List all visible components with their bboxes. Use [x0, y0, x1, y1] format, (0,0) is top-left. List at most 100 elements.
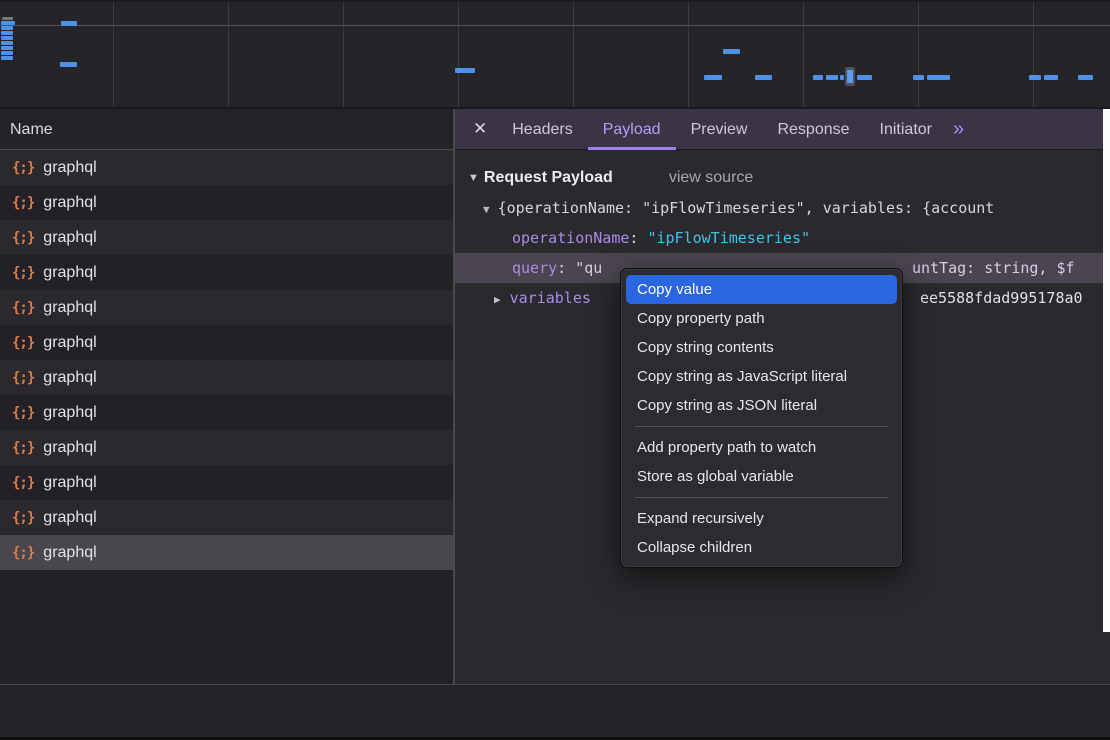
request-name: graphql	[43, 544, 96, 562]
request-row[interactable]: {;} graphql	[0, 465, 453, 500]
overview-gridline	[343, 2, 344, 109]
json-braces-icon: {;}	[12, 265, 34, 281]
overview-gridline	[688, 2, 689, 109]
overview-gridline	[918, 2, 919, 109]
request-name: graphql	[43, 439, 96, 457]
request-row[interactable]: {;} graphql	[0, 220, 453, 255]
request-row[interactable]: {;} graphql	[0, 325, 453, 360]
request-row[interactable]: {;} graphql	[0, 535, 453, 570]
request-name: graphql	[43, 229, 96, 247]
tree-row-root[interactable]: ▼ {operationName: "ipFlowTimeseries", var…	[455, 193, 1110, 223]
waterfall-bar	[755, 75, 772, 80]
waterfall-bar	[1, 26, 13, 30]
request-row[interactable]: {;} graphql	[0, 150, 453, 185]
json-braces-icon: {;}	[12, 370, 34, 386]
waterfall-bar	[1, 51, 13, 55]
expand-triangle-icon: ▼	[483, 203, 490, 216]
json-braces-icon: {;}	[12, 160, 34, 176]
waterfall-bar	[840, 75, 844, 80]
context-menu-item[interactable]: Collapse children	[626, 533, 897, 562]
context-menu-item[interactable]: Expand recursively	[626, 504, 897, 533]
waterfall-bar	[1044, 75, 1058, 80]
section-title: Request Payload	[484, 169, 613, 186]
property-value-start: "qu	[575, 259, 602, 277]
details-tab-bar: ✕ HeadersPayloadPreviewResponseInitiator…	[455, 109, 1110, 150]
json-braces-icon: {;}	[12, 405, 34, 421]
waterfall-bar	[1078, 75, 1093, 80]
column-header-name[interactable]: Name	[0, 109, 453, 150]
json-braces-icon: {;}	[12, 335, 34, 351]
waterfall-bar	[704, 75, 722, 80]
tab-initiator[interactable]: Initiator	[865, 109, 947, 150]
tab-payload[interactable]: Payload	[588, 109, 676, 150]
context-menu: Copy valueCopy property pathCopy string …	[620, 268, 903, 568]
overview-gridline	[228, 2, 229, 109]
tab-headers[interactable]: Headers	[497, 109, 587, 150]
request-name: graphql	[43, 264, 96, 282]
page-background-edge	[1103, 109, 1110, 632]
request-row[interactable]: {;} graphql	[0, 430, 453, 465]
request-row[interactable]: {;}graphql	[0, 290, 453, 325]
collapse-triangle-icon: ▶	[494, 293, 501, 306]
json-braces-icon: {;}	[12, 545, 34, 561]
json-braces-icon: {;}	[12, 440, 34, 456]
overview-gridline	[458, 2, 459, 109]
waterfall-bar	[1, 31, 13, 35]
tab-preview[interactable]: Preview	[676, 109, 763, 150]
tree-row-operation-name[interactable]: operationName: "ipFlowTimeseries"	[455, 223, 1110, 253]
waterfall-bar	[1, 46, 13, 50]
menu-separator	[635, 497, 888, 498]
request-name: graphql	[43, 299, 96, 317]
overview-gridline	[113, 2, 114, 109]
request-row[interactable]: {;}graphql	[0, 500, 453, 535]
waterfall-bar	[847, 70, 853, 83]
view-source-link[interactable]: view source	[669, 169, 753, 186]
context-menu-item[interactable]: Add property path to watch	[626, 433, 897, 462]
tab-response[interactable]: Response	[762, 109, 864, 150]
request-name: graphql	[43, 194, 96, 212]
request-row[interactable]: {;}graphql	[0, 395, 453, 430]
property-value: "ipFlowTimeseries"	[647, 229, 810, 247]
waterfall-bar	[826, 75, 838, 80]
waterfall-bar	[455, 68, 475, 73]
context-menu-item[interactable]: Store as global variable	[626, 462, 897, 491]
waterfall-bar	[2, 17, 13, 20]
waterfall-bar	[813, 75, 823, 80]
request-row[interactable]: {;} graphql	[0, 255, 453, 290]
context-menu-item[interactable]: Copy property path	[626, 304, 897, 333]
json-braces-icon: {;}	[12, 475, 34, 491]
menu-separator	[635, 426, 888, 427]
request-list-panel: Name {;} graphql {;} graphql {;} graphql {;} gr…	[0, 109, 453, 684]
overview-gridline	[1033, 2, 1034, 109]
network-overview-timeline[interactable]	[0, 0, 1110, 107]
overview-baseline	[0, 25, 1110, 26]
waterfall-bar	[60, 62, 77, 67]
property-key: variables	[510, 289, 591, 307]
object-preview-text: {operationName: "ipFlowTimeseries", vari…	[498, 199, 995, 217]
waterfall-bar	[1, 21, 15, 25]
request-row[interactable]: {;} graphql	[0, 360, 453, 395]
close-icon[interactable]: ✕	[473, 119, 487, 139]
overview-gridline	[803, 2, 804, 109]
request-row[interactable]: {;} graphql	[0, 185, 453, 220]
waterfall-bar	[61, 21, 77, 26]
waterfall-bar	[1029, 75, 1041, 80]
overview-selected-request-marker	[845, 67, 855, 86]
waterfall-bar	[1, 36, 13, 40]
json-braces-icon: {;}	[12, 230, 34, 246]
waterfall-bar	[927, 75, 950, 80]
property-key: query	[512, 259, 557, 277]
request-name: graphql	[43, 159, 96, 177]
more-tabs-icon[interactable]: »	[953, 118, 964, 141]
context-menu-item[interactable]: Copy string as JSON literal	[626, 391, 897, 420]
json-braces-icon: {;}	[12, 510, 34, 526]
context-menu-item[interactable]: Copy string contents	[626, 333, 897, 362]
section-collapse-triangle-icon[interactable]: ▼	[468, 172, 479, 184]
property-value-fragment: untTag: string, $f	[912, 253, 1075, 283]
request-name: graphql	[43, 369, 96, 387]
json-braces-icon: {;}	[12, 195, 34, 211]
context-menu-item[interactable]: Copy string as JavaScript literal	[626, 362, 897, 391]
request-name: graphql	[43, 334, 96, 352]
request-name: graphql	[43, 474, 96, 492]
context-menu-item[interactable]: Copy value	[626, 275, 897, 304]
